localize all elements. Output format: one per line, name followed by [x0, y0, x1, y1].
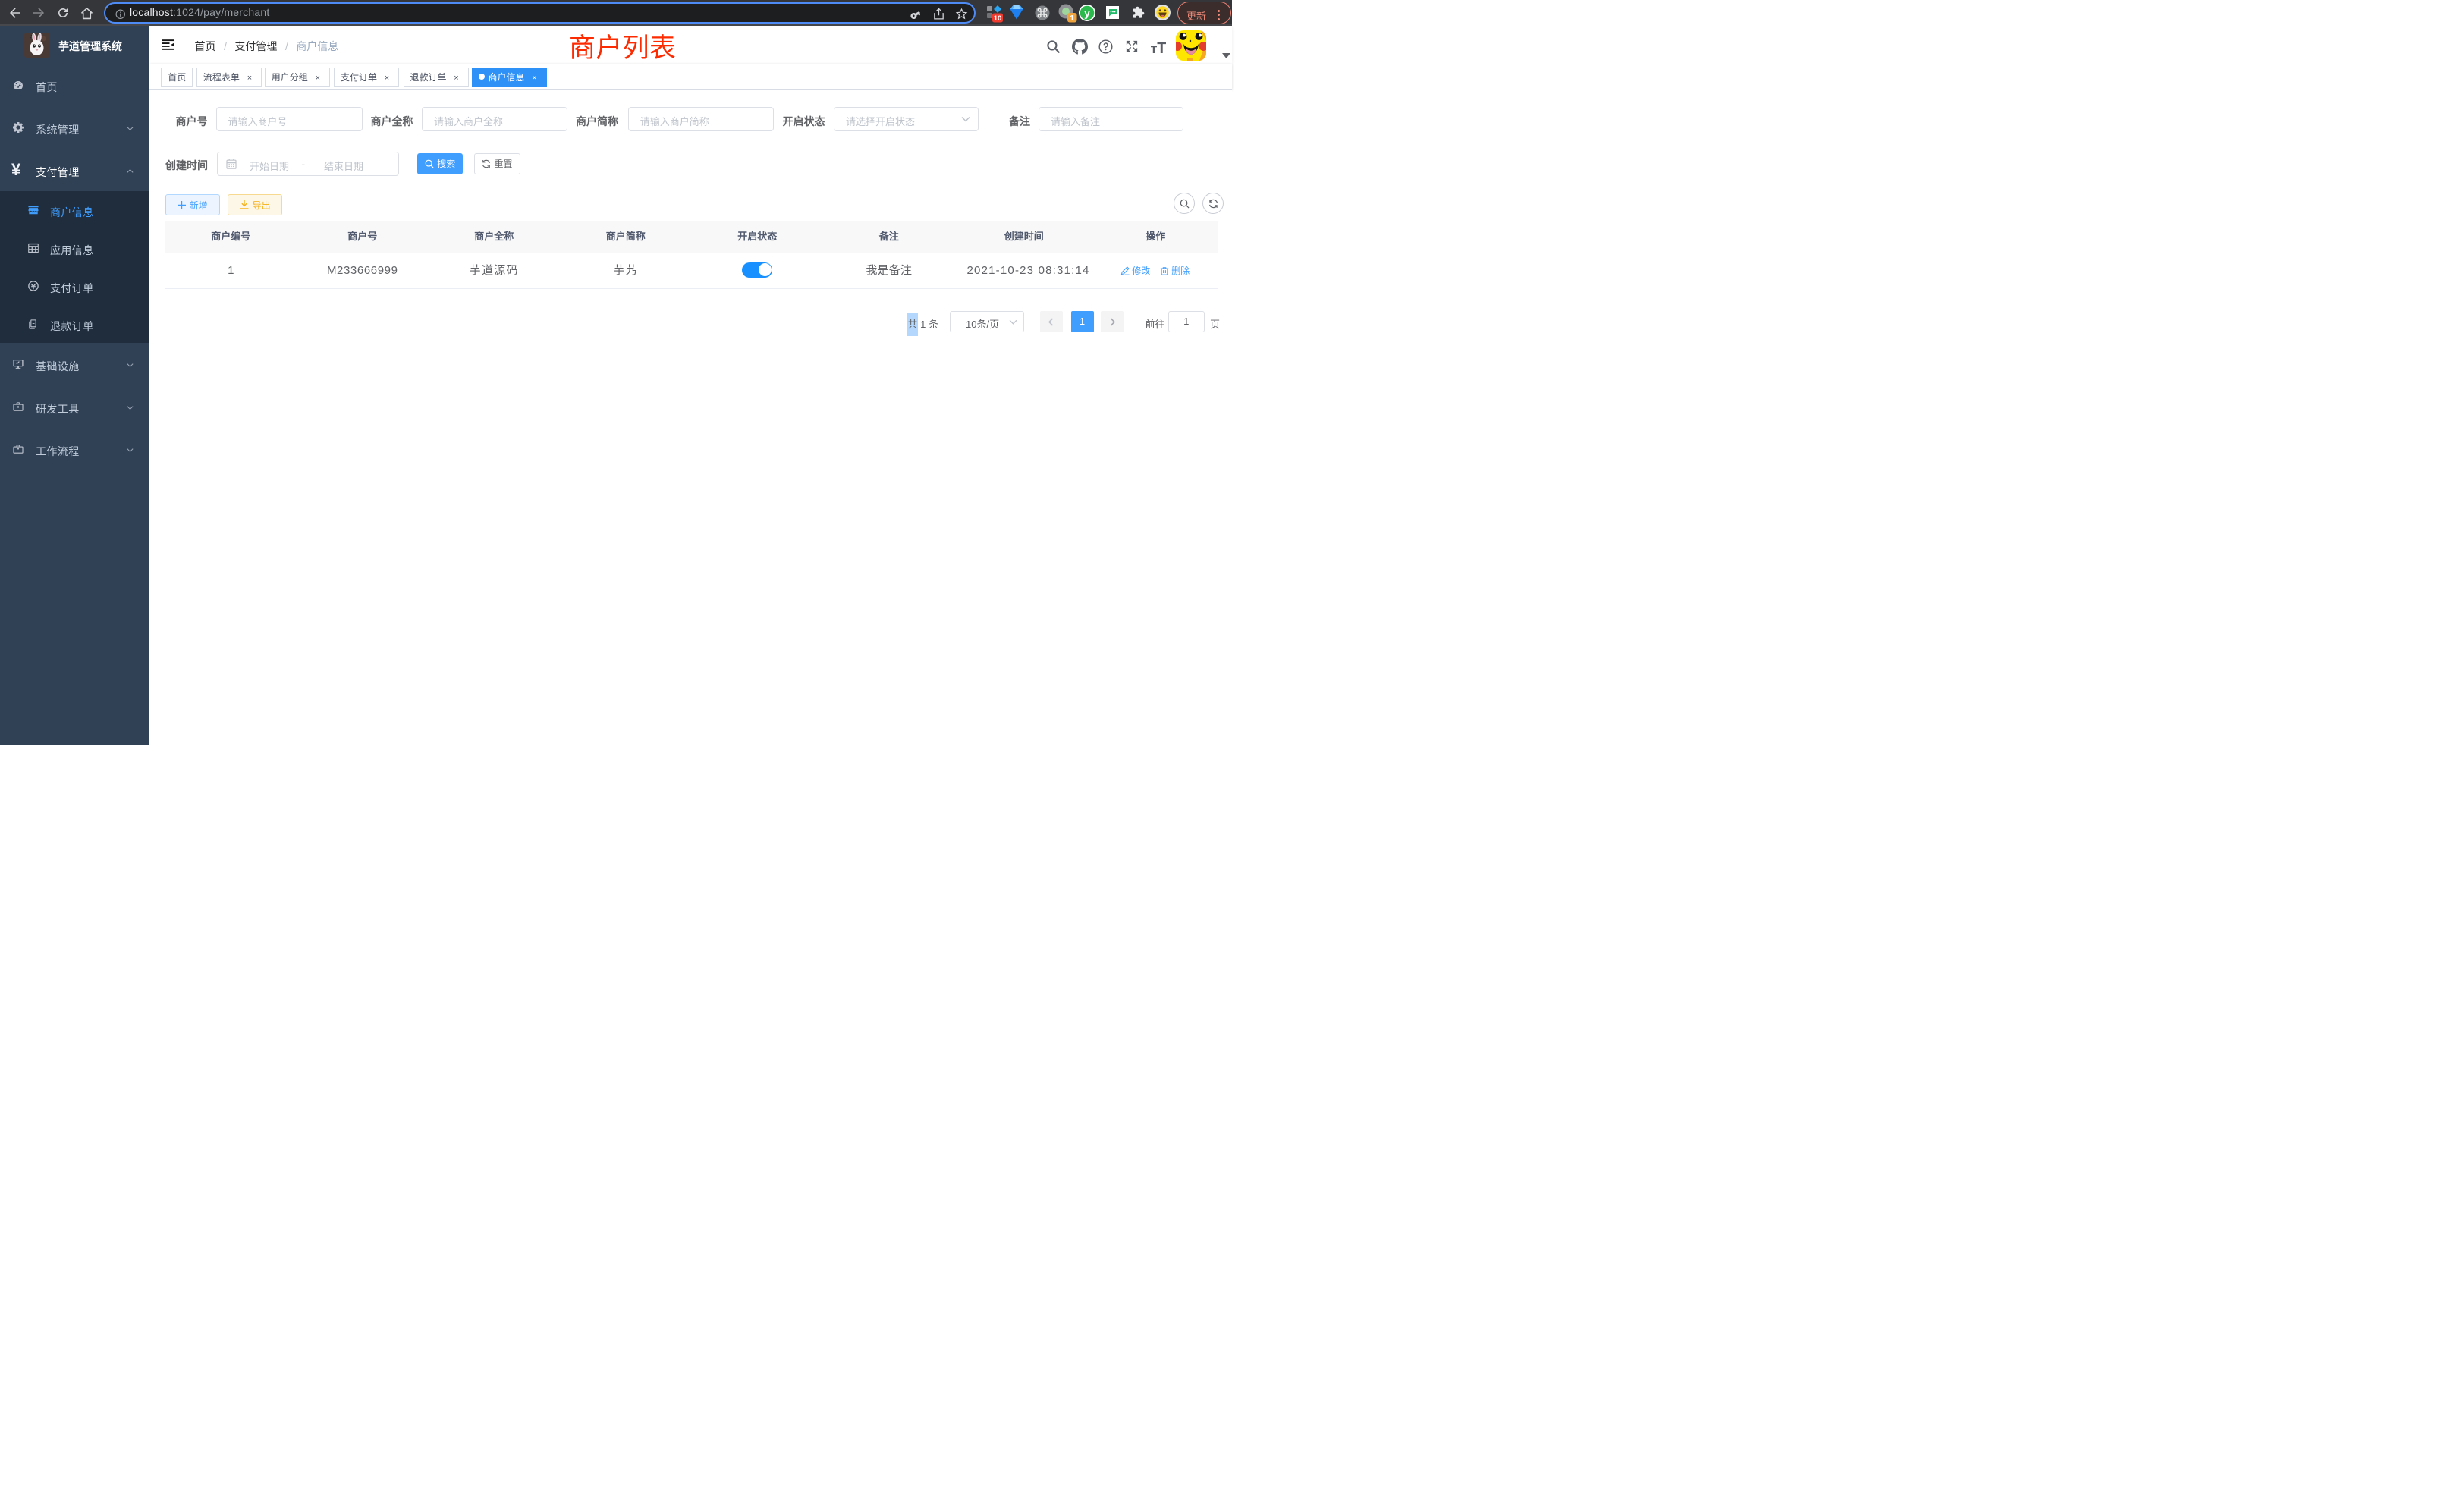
- svg-text:1: 1: [1070, 14, 1074, 23]
- svg-text:y: y: [1084, 7, 1090, 19]
- svg-text:10: 10: [994, 14, 1002, 23]
